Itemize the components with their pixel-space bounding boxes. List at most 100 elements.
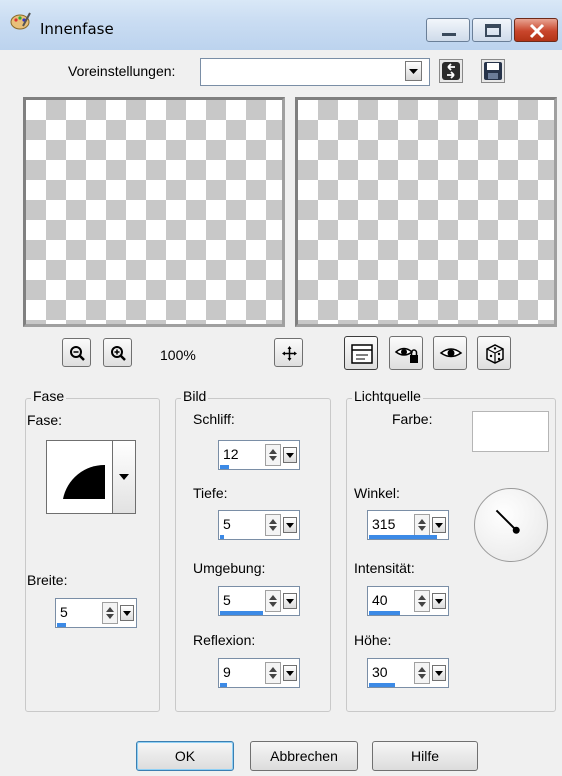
chevron-down-icon bbox=[123, 611, 131, 616]
chevron-down-icon bbox=[286, 599, 294, 604]
tiefe-dropdown[interactable] bbox=[283, 517, 297, 533]
chevron-down-icon bbox=[286, 523, 294, 528]
intensitaet-updown[interactable] bbox=[414, 590, 430, 612]
schliff-dropdown[interactable] bbox=[283, 447, 297, 463]
winkel-level-bar bbox=[369, 535, 437, 539]
minimize-button[interactable] bbox=[426, 18, 470, 42]
umgebung-updown[interactable] bbox=[265, 590, 281, 612]
breite-level-bar bbox=[57, 623, 66, 627]
intensitaet-dropdown[interactable] bbox=[432, 593, 446, 609]
reset-button[interactable] bbox=[439, 59, 463, 83]
breite-spinner[interactable]: 5 bbox=[55, 598, 137, 628]
hoehe-spinner[interactable]: 30 bbox=[367, 658, 449, 688]
breite-label: Breite: bbox=[27, 572, 68, 588]
breite-updown[interactable] bbox=[102, 602, 118, 624]
reflexion-value: 9 bbox=[223, 664, 231, 680]
zoom-out-icon bbox=[70, 346, 85, 361]
schliff-label: Schliff: bbox=[193, 411, 235, 427]
schliff-level-bar bbox=[220, 465, 229, 469]
bevel-shape-dropdown[interactable] bbox=[112, 440, 136, 514]
eye-icon bbox=[439, 348, 463, 358]
palette-icon bbox=[9, 10, 31, 32]
fase-label: Fase: bbox=[27, 412, 63, 428]
breite-value: 5 bbox=[60, 604, 68, 620]
presets-label: Voreinstellungen: bbox=[68, 63, 176, 79]
hoehe-label: Höhe: bbox=[354, 632, 392, 648]
randomize-button[interactable] bbox=[477, 336, 511, 370]
zoom-level: 100% bbox=[160, 347, 196, 363]
reflexion-label: Reflexion: bbox=[193, 632, 256, 648]
winkel-spinner[interactable]: 315 bbox=[367, 510, 449, 540]
umgebung-dropdown[interactable] bbox=[283, 593, 297, 609]
tiefe-spinner[interactable]: 5 bbox=[218, 510, 300, 540]
schliff-spinner[interactable]: 12 bbox=[218, 440, 300, 470]
ok-button[interactable]: OK bbox=[136, 741, 234, 771]
intensitaet-value: 40 bbox=[372, 592, 388, 608]
minimize-icon bbox=[442, 33, 456, 36]
reflexion-updown[interactable] bbox=[265, 662, 281, 684]
angle-dial[interactable] bbox=[474, 488, 548, 562]
chevron-down-icon bbox=[409, 69, 418, 74]
reflexion-level-bar bbox=[220, 683, 227, 687]
presets-dropdown-button[interactable] bbox=[405, 61, 422, 81]
group-lichtquelle-title: Lichtquelle bbox=[352, 388, 423, 404]
tiefe-updown[interactable] bbox=[265, 514, 281, 536]
zoom-in-icon bbox=[111, 346, 126, 361]
intensitaet-spinner[interactable]: 40 bbox=[367, 586, 449, 616]
chevron-down-icon bbox=[435, 523, 443, 528]
group-fase-title: Fase bbox=[31, 388, 67, 404]
winkel-dropdown[interactable] bbox=[432, 517, 446, 533]
preview-original[interactable] bbox=[23, 97, 285, 327]
schliff-value: 12 bbox=[223, 446, 239, 462]
farbe-label: Farbe: bbox=[392, 411, 433, 427]
eye-lock-icon bbox=[394, 347, 418, 363]
preview-result bbox=[295, 97, 557, 327]
pan-button[interactable] bbox=[274, 338, 303, 367]
group-bild-title: Bild bbox=[181, 388, 209, 404]
presets-combobox[interactable] bbox=[200, 58, 430, 86]
tiefe-label: Tiefe: bbox=[193, 485, 228, 501]
pan-icon bbox=[282, 346, 297, 361]
cancel-button[interactable]: Abbrechen bbox=[250, 741, 358, 771]
umgebung-level-bar bbox=[220, 611, 263, 615]
proof-icon bbox=[351, 344, 373, 364]
zoom-out-button[interactable] bbox=[62, 338, 91, 367]
auto-proof-lock-button[interactable] bbox=[389, 336, 423, 370]
tiefe-value: 5 bbox=[223, 516, 231, 532]
tiefe-level-bar bbox=[220, 535, 224, 539]
chevron-down-icon bbox=[435, 599, 443, 604]
dialog-window: Innenfase Voreinstellungen: 100% Fase Fa… bbox=[0, 0, 562, 776]
umgebung-label: Umgebung: bbox=[193, 560, 266, 576]
schliff-updown[interactable] bbox=[265, 444, 281, 466]
umgebung-spinner[interactable]: 5 bbox=[218, 586, 300, 616]
chevron-down-icon bbox=[119, 474, 129, 480]
proof-button[interactable] bbox=[344, 336, 378, 370]
chevron-down-icon bbox=[286, 671, 294, 676]
title-bar[interactable]: Innenfase bbox=[0, 0, 562, 50]
close-button[interactable] bbox=[514, 18, 558, 42]
chevron-down-icon bbox=[435, 671, 443, 676]
preview-eye-button[interactable] bbox=[433, 336, 467, 370]
reflexion-spinner[interactable]: 9 bbox=[218, 658, 300, 688]
zoom-in-button[interactable] bbox=[103, 338, 132, 367]
window-title: Innenfase bbox=[40, 20, 114, 38]
dice-icon bbox=[486, 344, 504, 364]
umgebung-value: 5 bbox=[223, 592, 231, 608]
hoehe-value: 30 bbox=[372, 664, 388, 680]
winkel-value: 315 bbox=[372, 516, 396, 532]
winkel-updown[interactable] bbox=[414, 514, 430, 536]
angle-dial-icon bbox=[495, 509, 520, 534]
help-button[interactable]: Hilfe bbox=[372, 741, 478, 771]
intensitaet-label: Intensität: bbox=[354, 560, 415, 576]
hoehe-dropdown[interactable] bbox=[432, 665, 446, 681]
reflexion-dropdown[interactable] bbox=[283, 665, 297, 681]
light-color-swatch[interactable] bbox=[472, 411, 549, 452]
breite-dropdown[interactable] bbox=[120, 605, 134, 621]
close-icon bbox=[529, 23, 545, 39]
save-icon bbox=[484, 62, 502, 80]
maximize-icon bbox=[485, 24, 501, 37]
intensitaet-level-bar bbox=[369, 611, 400, 615]
maximize-button[interactable] bbox=[472, 18, 512, 42]
save-preset-button[interactable] bbox=[481, 59, 505, 83]
hoehe-updown[interactable] bbox=[414, 662, 430, 684]
